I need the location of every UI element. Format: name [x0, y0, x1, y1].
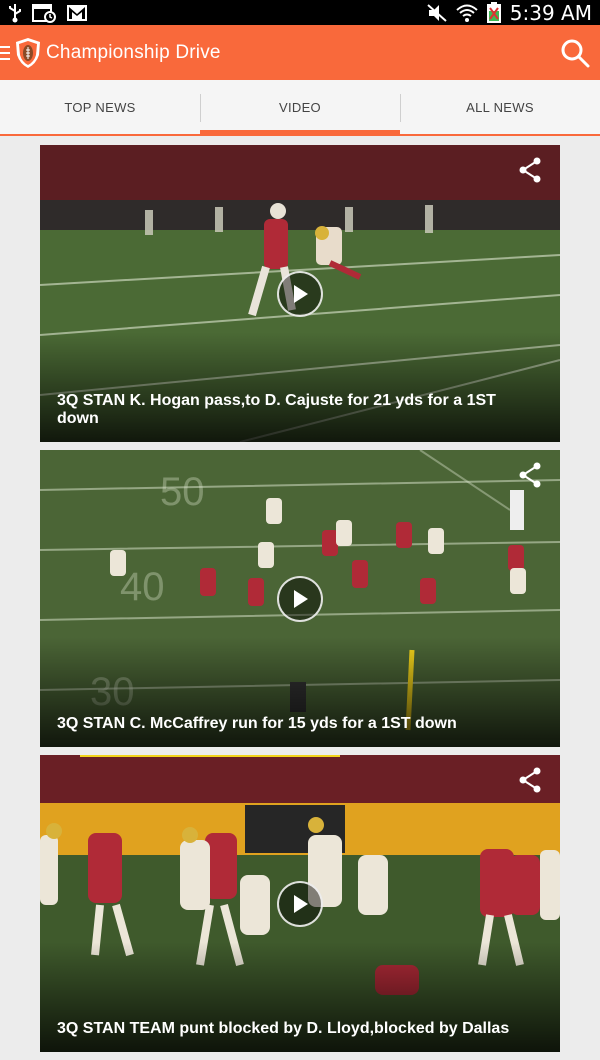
video-card[interactable]: 3Q STAN K. Hogan pass,to D. Cajuste for …	[40, 145, 560, 442]
app-bar: Championship Drive	[0, 25, 600, 80]
usb-icon	[9, 3, 21, 22]
tab-bar: TOP NEWS VIDEO ALL NEWS	[0, 80, 600, 136]
play-button[interactable]	[277, 270, 323, 317]
video-caption: 3Q STAN K. Hogan pass,to D. Cajuste for …	[57, 392, 496, 427]
play-button[interactable]	[277, 575, 323, 622]
share-icon[interactable]	[518, 157, 542, 183]
app-title: Championship Drive	[46, 41, 221, 63]
menu-icon[interactable]	[0, 45, 10, 60]
status-time: 5:39 AM	[509, 0, 592, 25]
play-button[interactable]	[277, 880, 323, 927]
battery-icon	[486, 1, 501, 23]
svg-text:40: 40	[120, 565, 165, 609]
video-caption: 3Q STAN C. McCaffrey run for 15 yds for …	[57, 715, 457, 732]
status-bar: 5:39 AM	[0, 0, 600, 25]
tab-all-news[interactable]: ALL NEWS	[400, 80, 600, 134]
play-icon	[294, 894, 308, 913]
mute-icon	[427, 3, 447, 22]
play-icon	[294, 589, 308, 608]
tab-video[interactable]: VIDEO	[200, 80, 400, 136]
gmail-icon	[67, 4, 87, 21]
search-icon[interactable]	[560, 38, 590, 68]
tab-top-news[interactable]: TOP NEWS	[0, 80, 200, 134]
video-caption: 3Q STAN TEAM punt blocked by D. Lloyd,bl…	[57, 1020, 510, 1037]
svg-text:50: 50	[160, 470, 205, 514]
play-icon	[294, 284, 308, 303]
share-icon[interactable]	[518, 767, 542, 793]
video-feed: 3Q STAN K. Hogan pass,to D. Cajuste for …	[40, 145, 560, 1060]
wifi-icon	[456, 4, 478, 22]
video-card[interactable]: 50 40 30 3Q STAN C. M	[40, 450, 560, 747]
share-icon[interactable]	[518, 462, 542, 488]
shield-logo[interactable]	[14, 37, 42, 69]
calendar-icon	[32, 3, 56, 23]
video-card[interactable]: 3Q STAN TEAM punt blocked by D. Lloyd,bl…	[40, 755, 560, 1052]
